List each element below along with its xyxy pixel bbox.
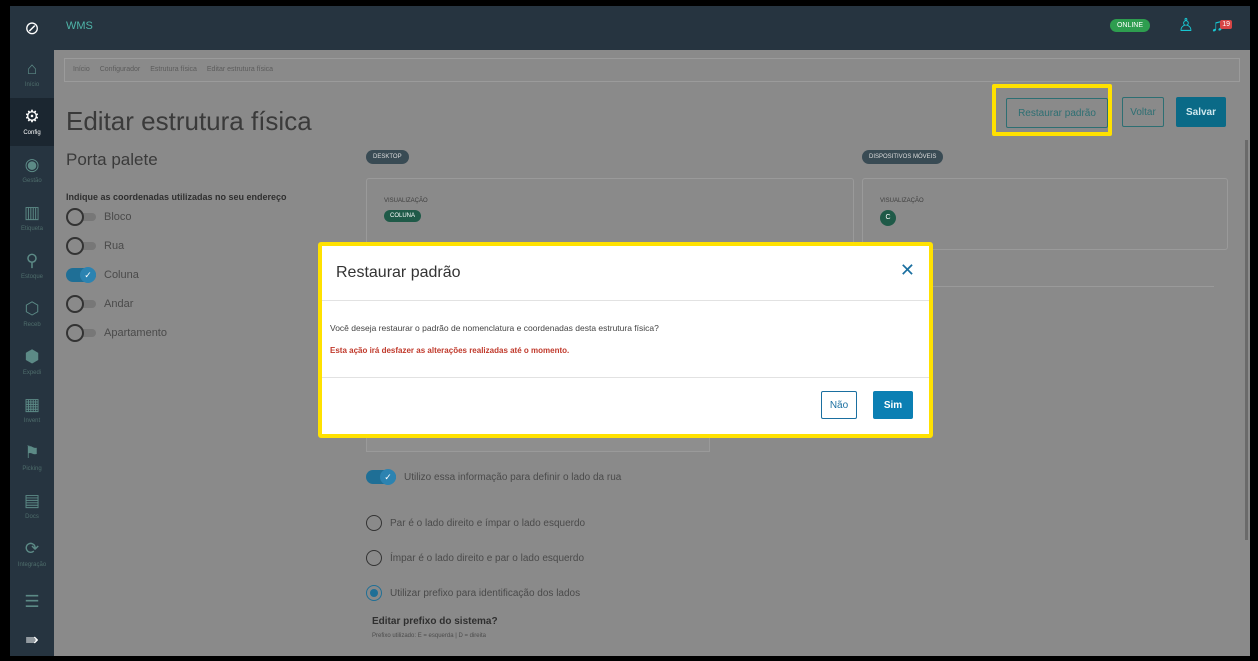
barcode-icon: ▥ [23,203,41,222]
radio-label: Ímpar é o lado direito e par o lado esqu… [390,552,585,564]
mobile-preview-panel [862,178,1228,250]
box-icon: ⬡ [24,299,40,318]
search-icon: ⚲ [25,251,39,270]
desktop-tag: DESKTOP [366,150,409,164]
mobile-view-chip: C [880,210,896,226]
dialog-title: Restaurar padrão [336,264,461,281]
toggle-rua[interactable]: Rua [66,237,125,255]
location-icon: ◉ [24,155,40,174]
gear-icon: ⚙ [24,107,40,126]
restore-dialog: Restaurar padrão ✕ Você deseja restaurar… [322,246,929,434]
sidebar-item-etiqueta[interactable]: ▥ Etiqueta [10,194,54,242]
app-window: ⊘ ⌂ Início ⚙ Config ◉ Gestão ▥ Etiqueta ⚲ Est… [10,6,1250,656]
toggle-switch[interactable] [66,324,96,342]
yes-button[interactable]: Sim [873,391,913,419]
divider [924,286,1214,287]
toggle-switch[interactable] [66,208,96,226]
radio-button[interactable] [366,515,382,531]
radio-button[interactable] [366,585,382,601]
home-icon: ⌂ [26,59,38,78]
picking-icon: ⚑ [24,443,40,462]
toggle-andar[interactable]: Andar [66,295,134,313]
radio-odd-right[interactable]: Ímpar é o lado direito e par o lado esqu… [366,550,584,566]
expand-menu-icon[interactable]: ⇛ [10,630,54,650]
toggle-switch[interactable]: ✓ [66,267,96,283]
user-icon[interactable]: ♙ [1178,15,1194,36]
topbar: WMS ONLINE ♙ ♫ 19 [54,6,1250,50]
dialog-warning: Esta ação irá desfazer as alterações rea… [330,346,570,355]
restore-default-button[interactable]: Restaurar padrão [1006,98,1108,128]
breadcrumb-item: Editar estrutura física [206,66,274,73]
radio-even-right[interactable]: Par é o lado direito e ímpar o lado esqu… [366,515,585,531]
sidebar-item-receb[interactable]: ⬡ Receb [10,290,54,338]
sidebar-item-invent[interactable]: ▦ Invent [10,386,54,434]
toggle-coluna[interactable]: ✓ Coluna [66,267,139,283]
breadcrumb: Início Configurador Estrutura física Edi… [64,58,1240,82]
scrollbar[interactable] [1245,140,1248,540]
toggle-label: Rua [104,240,125,252]
close-icon[interactable]: ✕ [900,260,915,281]
street-side-toggle-row[interactable]: ✓ Utilizo essa informação para definir o… [366,469,622,485]
mobile-view-label: VISUALIZAÇÃO [880,198,924,204]
toggle-switch[interactable] [66,237,96,255]
desktop-view-chip: COLUNA [384,210,422,222]
desktop-view-label: VISUALIZAÇÃO [384,198,428,204]
notification-count: 19 [1220,20,1232,29]
save-button[interactable]: Salvar [1176,97,1226,127]
radio-button[interactable] [366,550,382,566]
edit-prefix-question: Editar prefixo do sistema? [372,616,498,627]
document-icon: ▤ [23,491,41,510]
breadcrumb-item[interactable]: Início [73,66,90,74]
online-badge: ONLINE [1109,19,1150,32]
toggle-label: Coluna [104,269,139,281]
sidebar-item-estoque[interactable]: ⚲ Estoque [10,242,54,290]
toggle-switch[interactable]: ✓ [366,469,396,485]
desktop-preview-panel [366,178,854,250]
sidebar-item-docs[interactable]: ▤ Docs [10,482,54,530]
inventory-icon: ▦ [23,395,41,414]
edit-prefix-subtitle: Prefixo utilizado: E = esquerda | D = di… [372,633,486,639]
sidebar-item-list[interactable]: ☰ [10,578,54,626]
mobile-tag: DISPOSITIVOS MÓVEIS [862,150,944,164]
sidebar-item-expedi[interactable]: ⬢ Expedi [10,338,54,386]
section-title: Porta palete [66,150,158,169]
no-button[interactable]: Não [821,391,857,419]
dialog-divider [322,300,929,301]
coordinates-question: Indique as coordenadas utilizadas no seu… [66,192,287,202]
toggle-label: Utilizo essa informação para definir o l… [404,471,622,483]
sidebar-item-inicio[interactable]: ⌂ Início [10,50,54,98]
app-name: WMS [66,20,93,32]
back-button[interactable]: Voltar [1122,97,1164,127]
radio-label: Par é o lado direito e ímpar o lado esqu… [390,517,586,529]
toggle-label: Andar [104,298,134,310]
box-out-icon: ⬢ [24,347,40,366]
breadcrumb-item[interactable]: Estrutura física [150,66,197,74]
dialog-divider [322,377,929,378]
compass-icon[interactable]: ⊘ [10,6,54,50]
radio-label: Utilizar prefixo para identificação dos … [390,587,581,599]
toggle-label: Bloco [104,211,132,223]
dialog-message: Você deseja restaurar o padrão de nomenc… [330,323,659,333]
sidebar-item-picking[interactable]: ⚑ Picking [10,434,54,482]
list-icon: ☰ [24,592,40,611]
sync-icon: ⟳ [24,539,40,558]
toggle-apartamento[interactable]: Apartamento [66,324,167,342]
toggle-switch[interactable] [66,295,96,313]
page-title: Editar estrutura física [66,106,312,136]
sidebar: ⊘ ⌂ Início ⚙ Config ◉ Gestão ▥ Etiqueta ⚲ Est… [10,6,54,656]
sidebar-item-gestao[interactable]: ◉ Gestão [10,146,54,194]
toggle-label: Apartamento [104,327,167,339]
sidebar-item-config[interactable]: ⚙ Config [10,98,54,146]
sidebar-item-integracao[interactable]: ⟳ Integração [10,530,54,578]
toggle-bloco[interactable]: Bloco [66,208,132,226]
radio-use-prefix[interactable]: Utilizar prefixo para identificação dos … [366,585,580,601]
breadcrumb-item[interactable]: Configurador [100,66,140,74]
